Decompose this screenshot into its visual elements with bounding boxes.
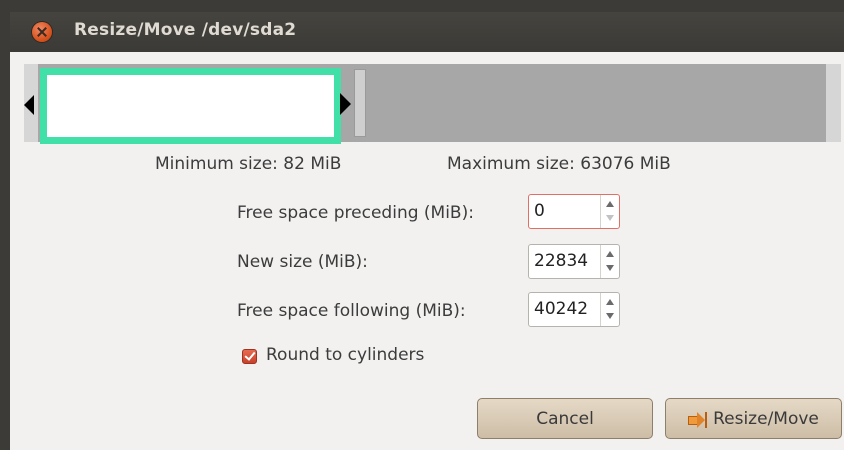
free-space-preceding-input[interactable]: [534, 201, 598, 221]
minimum-size-label: Minimum size: 82 MiB: [155, 154, 342, 174]
free-space-preceding-spinner[interactable]: [528, 194, 620, 229]
round-to-cylinders-checkbox[interactable]: [242, 349, 257, 364]
resize-dialog: Minimum size: 82 MiB Maximum size: 63076…: [10, 52, 844, 450]
free-space-preceding-label: Free space preceding (MiB):: [237, 203, 474, 223]
increment-arrow-icon[interactable]: [606, 201, 614, 207]
resize-arrow-icon: [688, 411, 708, 428]
spinner-arrows[interactable]: [600, 195, 619, 228]
new-size-label: New size (MiB):: [237, 252, 368, 272]
right-resize-handle[interactable]: [340, 93, 351, 115]
partition-block[interactable]: [40, 68, 341, 144]
left-resize-handle[interactable]: [24, 95, 34, 115]
resize-move-button-label: Resize/Move: [713, 408, 819, 429]
decrement-arrow-icon[interactable]: [606, 265, 614, 271]
spinner-arrows[interactable]: [600, 293, 619, 326]
free-space-following-label: Free space following (MiB):: [237, 301, 466, 321]
close-icon[interactable]: [32, 22, 52, 42]
free-space-following-spinner[interactable]: [528, 292, 620, 327]
spinner-arrows[interactable]: [600, 245, 619, 278]
increment-arrow-icon[interactable]: [606, 299, 614, 305]
cancel-button-label: Cancel: [536, 408, 594, 429]
maximum-size-label: Maximum size: 63076 MiB: [447, 154, 671, 174]
cancel-button[interactable]: Cancel: [477, 398, 653, 439]
free-space-following-input[interactable]: [534, 299, 598, 319]
increment-arrow-icon[interactable]: [606, 251, 614, 257]
title-bar: Resize/Move /dev/sda2: [10, 12, 844, 52]
window-title: Resize/Move /dev/sda2: [74, 20, 297, 40]
resize-move-button[interactable]: Resize/Move: [665, 398, 842, 439]
new-size-spinner[interactable]: [528, 244, 620, 279]
new-size-input[interactable]: [534, 251, 598, 271]
partition-end-marker: [354, 69, 366, 137]
decrement-arrow-icon[interactable]: [606, 313, 614, 319]
round-to-cylinders-label[interactable]: Round to cylinders: [266, 345, 424, 365]
decrement-arrow-icon[interactable]: [606, 215, 614, 221]
partition-graph[interactable]: [24, 64, 841, 144]
